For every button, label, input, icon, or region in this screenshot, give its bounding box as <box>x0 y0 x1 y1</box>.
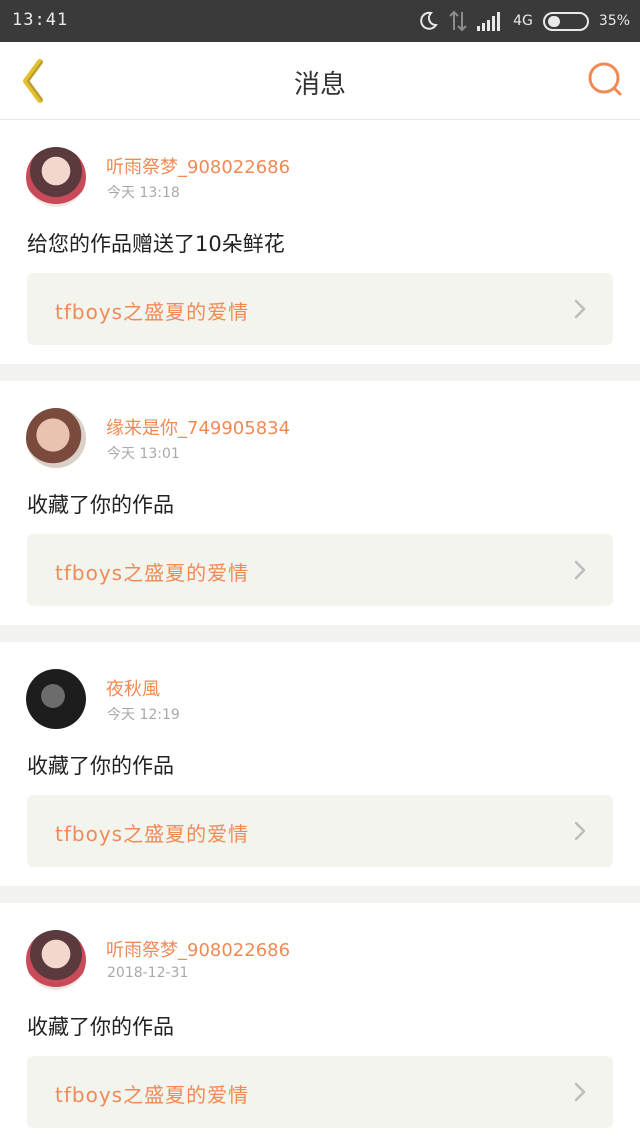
message-time: 2018-12-31 <box>107 965 189 981</box>
work-link[interactable]: tfboys之盛夏的爱情 <box>27 1056 613 1128</box>
message-text: 收藏了你的作品 <box>27 1015 174 1039</box>
battery-icon <box>542 11 589 31</box>
avatar[interactable] <box>26 408 86 468</box>
moon-icon <box>420 11 438 30</box>
username[interactable]: 夜秋風 <box>106 675 160 701</box>
battery-percent: 35% <box>598 13 630 29</box>
chevron-right-icon <box>574 821 586 841</box>
status-time: 13:41 <box>12 10 69 30</box>
username[interactable]: 听雨祭梦_908022686 <box>106 153 290 179</box>
network-type: 4G <box>513 13 533 29</box>
message-time: 今天 13:18 <box>107 185 180 201</box>
data-transfer-icon <box>449 10 467 32</box>
work-link[interactable]: tfboys之盛夏的爱情 <box>27 795 613 867</box>
message-text: 收藏了你的作品 <box>27 754 174 778</box>
work-title: tfboys之盛夏的爱情 <box>55 822 250 846</box>
work-title: tfboys之盛夏的爱情 <box>55 300 250 324</box>
message-card: 夜秋風 今天 12:19 收藏了你的作品 tfboys之盛夏的爱情 <box>0 642 640 886</box>
username[interactable]: 缘来是你_749905834 <box>106 414 290 440</box>
work-link[interactable]: tfboys之盛夏的爱情 <box>27 534 613 606</box>
page-title: 消息 <box>293 70 346 100</box>
message-card: 听雨祭梦_908022686 今天 13:18 给您的作品赠送了10朵鲜花 tf… <box>0 120 640 364</box>
app-header: 消息 <box>0 42 640 120</box>
chevron-right-icon <box>574 560 586 580</box>
avatar[interactable] <box>26 930 86 990</box>
status-bar: 13:41 4G 35% <box>0 0 640 42</box>
message-text: 给您的作品赠送了10朵鲜花 <box>27 232 285 256</box>
avatar[interactable] <box>26 147 86 207</box>
message-text: 收藏了你的作品 <box>27 493 174 517</box>
message-card: 缘来是你_749905834 今天 13:01 收藏了你的作品 tfboys之盛… <box>0 381 640 625</box>
work-link[interactable]: tfboys之盛夏的爱情 <box>27 273 613 345</box>
message-time: 今天 12:19 <box>107 707 180 723</box>
chevron-right-icon <box>574 1082 586 1102</box>
status-icons: 4G 35% <box>417 9 630 33</box>
search-icon[interactable] <box>586 60 626 100</box>
chevron-right-icon <box>574 299 586 319</box>
signal-icon <box>477 12 501 31</box>
message-list: 听雨祭梦_908022686 今天 13:18 给您的作品赠送了10朵鲜花 tf… <box>0 120 640 1138</box>
work-title: tfboys之盛夏的爱情 <box>55 1083 250 1107</box>
username[interactable]: 听雨祭梦_908022686 <box>106 936 290 962</box>
message-time: 今天 13:01 <box>107 446 180 462</box>
message-card: 听雨祭梦_908022686 2018-12-31 收藏了你的作品 tfboys… <box>0 903 640 1138</box>
work-title: tfboys之盛夏的爱情 <box>55 561 250 585</box>
avatar[interactable] <box>26 669 86 729</box>
